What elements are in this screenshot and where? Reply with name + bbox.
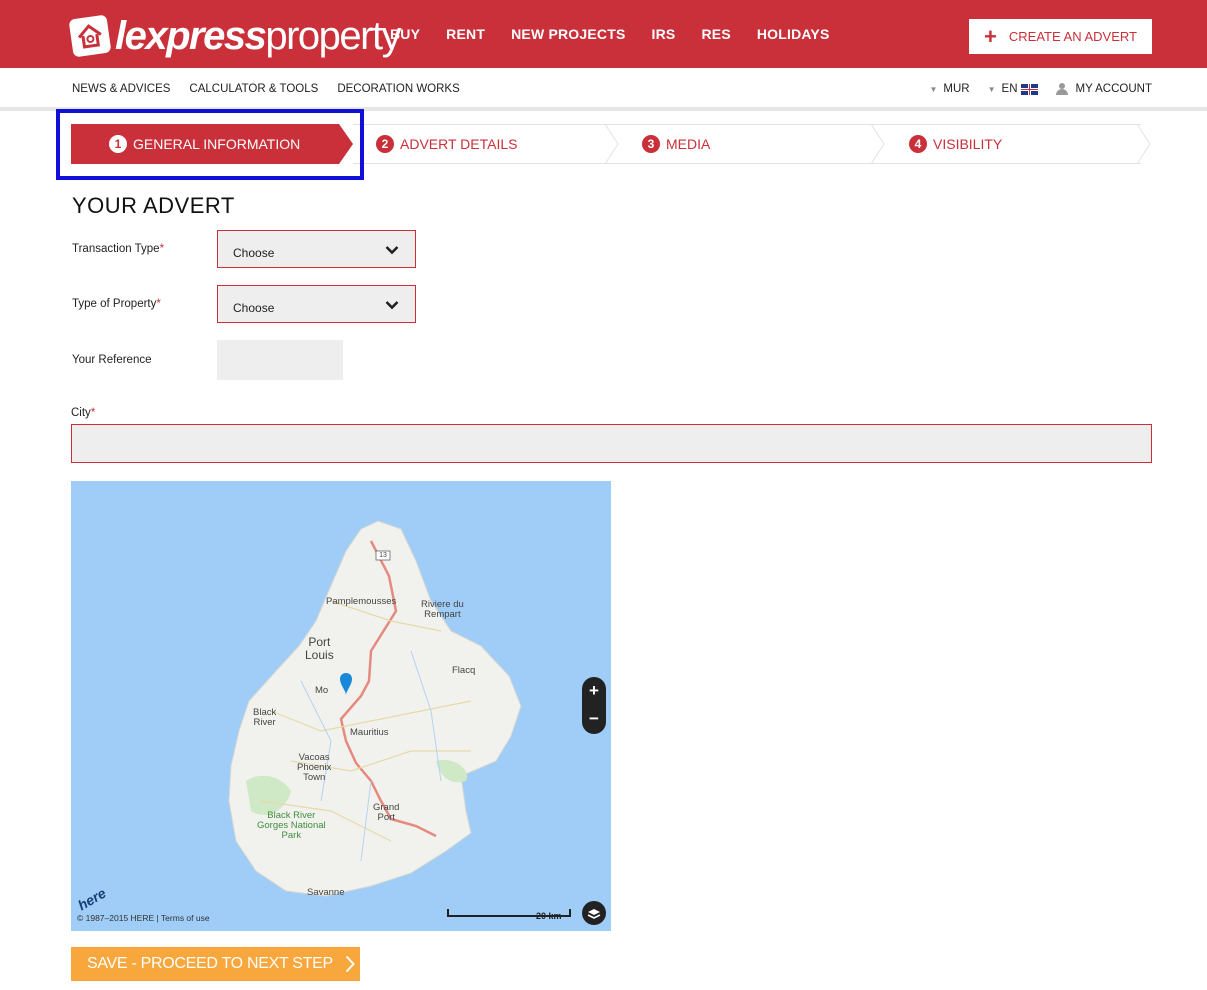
create-advert-label: CREATE AN ADVERT	[1008, 29, 1137, 44]
zoom-out-button[interactable]: −	[582, 705, 606, 733]
transaction-type-select[interactable]: Choose	[217, 230, 416, 268]
layers-icon	[587, 909, 601, 919]
reference-label: Your Reference	[72, 354, 152, 366]
map-label-black-river: Black River	[253, 707, 277, 728]
chevron-down-icon	[385, 301, 399, 310]
island-map-graphic	[228, 520, 522, 897]
chevron-down-icon	[385, 246, 399, 255]
create-advert-button[interactable]: + CREATE AN ADVERT	[969, 19, 1152, 54]
map-label-park: Black River Gorges National Park	[257, 810, 326, 841]
map-layers-button[interactable]	[582, 901, 606, 925]
step-number: 4	[909, 135, 927, 153]
step-separator-icon	[871, 124, 885, 164]
link-decoration-works[interactable]: DECORATION WORKS	[337, 83, 459, 95]
step-label: MEDIA	[666, 136, 711, 152]
nav-res[interactable]: RES	[701, 26, 730, 42]
step-separator-icon	[605, 124, 619, 164]
nav-rent[interactable]: RENT	[446, 26, 485, 42]
nav-new-projects[interactable]: NEW PROJECTS	[511, 26, 625, 42]
zoom-control: + −	[582, 677, 606, 734]
main-nav: BUY RENT NEW PROJECTS IRS RES HOLIDAYS	[390, 26, 856, 42]
step-label: ADVERT DETAILS	[400, 136, 518, 152]
logo-text: lexpressproperty	[115, 14, 402, 58]
chevron-right-icon	[345, 955, 355, 973]
city-input[interactable]	[71, 424, 1152, 463]
map-label-vacoas: Vacoas Phoenix Town	[297, 752, 332, 783]
map-label-grand-port: Grand Port	[373, 802, 400, 823]
language-selector[interactable]: ▼ EN	[988, 83, 1038, 95]
map-copyright[interactable]: © 1987–2015 HERE | Terms of use	[77, 913, 210, 923]
currency-label: MUR	[943, 83, 970, 95]
reference-input[interactable]	[217, 340, 343, 380]
uk-flag-icon	[1020, 83, 1038, 95]
city-label: City*	[71, 407, 96, 419]
house-logo-icon	[68, 14, 112, 58]
step-separator-icon	[1137, 124, 1151, 164]
nav-buy[interactable]: BUY	[390, 26, 420, 42]
active-step-highlight	[56, 109, 364, 180]
map-scale-label: 20 km	[536, 911, 562, 921]
page-title: YOUR ADVERT	[72, 193, 235, 218]
plus-icon: +	[984, 23, 997, 49]
currency-selector[interactable]: ▼ MUR	[930, 83, 970, 95]
user-icon	[1055, 83, 1068, 95]
nav-irs[interactable]: IRS	[652, 26, 676, 42]
my-account-label: MY ACCOUNT	[1075, 83, 1152, 95]
step-number: 3	[642, 135, 660, 153]
route-label: 13	[379, 552, 387, 559]
dropdown-triangle-icon: ▼	[929, 84, 938, 94]
transaction-type-value: Choose	[233, 246, 275, 260]
top-header: lexpressproperty BUY RENT NEW PROJECTS I…	[0, 0, 1207, 68]
map-label-port-louis: Port Louis	[305, 635, 334, 662]
secondary-nav: NEWS & ADVICES CALCULATOR & TOOLS DECORA…	[0, 68, 1207, 111]
map-label-pamplemousses: Pamplemousses	[326, 596, 397, 607]
zoom-in-button[interactable]: +	[582, 677, 606, 705]
step-number: 2	[376, 135, 394, 153]
property-type-select[interactable]: Choose	[217, 285, 416, 323]
step-label: VISIBILITY	[933, 136, 1003, 152]
link-news-advices[interactable]: NEWS & ADVICES	[72, 83, 170, 95]
step-advert-details[interactable]: 2 ADVERT DETAILS	[353, 124, 619, 164]
map-label-flacq: Flacq	[452, 665, 476, 676]
property-type-label: Type of Property*	[72, 298, 161, 310]
map-label-mo: Mo	[315, 685, 329, 696]
save-proceed-button[interactable]: SAVE - PROCEED TO NEXT STEP	[71, 947, 360, 981]
language-label: EN	[1001, 83, 1018, 95]
dropdown-triangle-icon: ▼	[987, 84, 996, 94]
my-account-link[interactable]: MY ACCOUNT	[1055, 83, 1152, 95]
step-visibility[interactable]: 4 VISIBILITY	[885, 124, 1141, 164]
save-proceed-label: SAVE - PROCEED TO NEXT STEP	[87, 955, 333, 972]
map-label-riviere: Riviere du Rempart	[421, 599, 464, 620]
transaction-type-label: Transaction Type*	[72, 243, 165, 255]
step-media[interactable]: 3 MEDIA	[619, 124, 885, 164]
location-map[interactable]: 13 Pamplemousses Riviere du Rempart Port L…	[71, 481, 611, 931]
map-label-savanne: Savanne	[307, 887, 345, 898]
map-label-mauritius: Mauritius	[350, 727, 389, 738]
site-logo[interactable]: lexpressproperty	[68, 14, 402, 58]
property-type-value: Choose	[233, 301, 275, 315]
nav-holidays[interactable]: HOLIDAYS	[757, 26, 830, 42]
link-calculator-tools[interactable]: CALCULATOR & TOOLS	[189, 83, 318, 95]
